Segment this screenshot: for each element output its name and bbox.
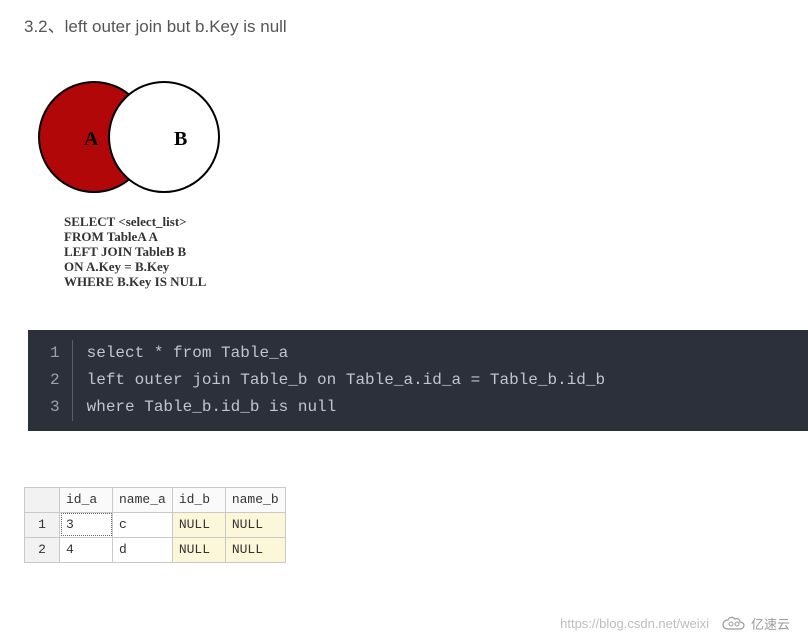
table-row: 2 4 d NULL NULL — [25, 537, 286, 562]
cell-id-a: 3 — [60, 512, 113, 537]
table-row: 1 3 c NULL NULL — [25, 512, 286, 537]
row-number: 1 — [25, 512, 60, 537]
sql-line: FROM TableA A — [64, 230, 784, 245]
cloud-icon — [721, 615, 747, 633]
cell-name-b: NULL — [225, 537, 285, 562]
sql-line: ON A.Key = B.Key — [64, 260, 784, 275]
sql-line: WHERE B.Key IS NULL — [64, 275, 784, 290]
section-heading: 3.2、left outer join but b.Key is null — [24, 12, 784, 37]
code-line: where Table_b.id_b is null — [87, 394, 605, 421]
row-number: 2 — [25, 537, 60, 562]
code-line: left outer join Table_b on Table_a.id_a … — [87, 367, 605, 394]
line-number: 2 — [50, 367, 60, 394]
sql-line: SELECT <select_list> — [64, 215, 784, 230]
cell-name-a: c — [113, 512, 173, 537]
watermark: https://blog.csdn.net/weixi 亿速云 — [560, 614, 790, 633]
table-header-row: id_a name_a id_b name_b — [25, 487, 286, 512]
code-gutter: 1 2 3 — [28, 340, 73, 421]
cell-id-b: NULL — [172, 512, 225, 537]
cell-name-b: NULL — [225, 512, 285, 537]
corner-cell — [25, 487, 60, 512]
watermark-url: https://blog.csdn.net/weixi — [560, 616, 709, 631]
cell-name-a: d — [113, 537, 173, 562]
venn-label-a: A — [84, 128, 99, 150]
code-line: select * from Table_a — [87, 340, 605, 367]
cell-id-b: NULL — [172, 537, 225, 562]
col-header: id_a — [60, 487, 113, 512]
code-block: 1 2 3 select * from Table_a left outer j… — [28, 330, 808, 431]
cell-id-a: 4 — [60, 537, 113, 562]
line-number: 1 — [50, 340, 60, 367]
brand-text: 亿速云 — [751, 614, 790, 633]
venn-diagram: A B SELECT <select_list> FROM TableA A L… — [34, 67, 784, 290]
col-header: name_a — [113, 487, 173, 512]
line-number: 3 — [50, 394, 60, 421]
sql-pseudocode: SELECT <select_list> FROM TableA A LEFT … — [64, 215, 784, 290]
col-header: name_b — [225, 487, 285, 512]
brand-logo: 亿速云 — [721, 614, 790, 633]
code-text: select * from Table_a left outer join Ta… — [73, 340, 605, 421]
result-table: id_a name_a id_b name_b 1 3 c NULL NULL … — [24, 487, 286, 563]
col-header: id_b — [172, 487, 225, 512]
sql-line: LEFT JOIN TableB B — [64, 245, 784, 260]
venn-label-b: B — [174, 128, 187, 150]
